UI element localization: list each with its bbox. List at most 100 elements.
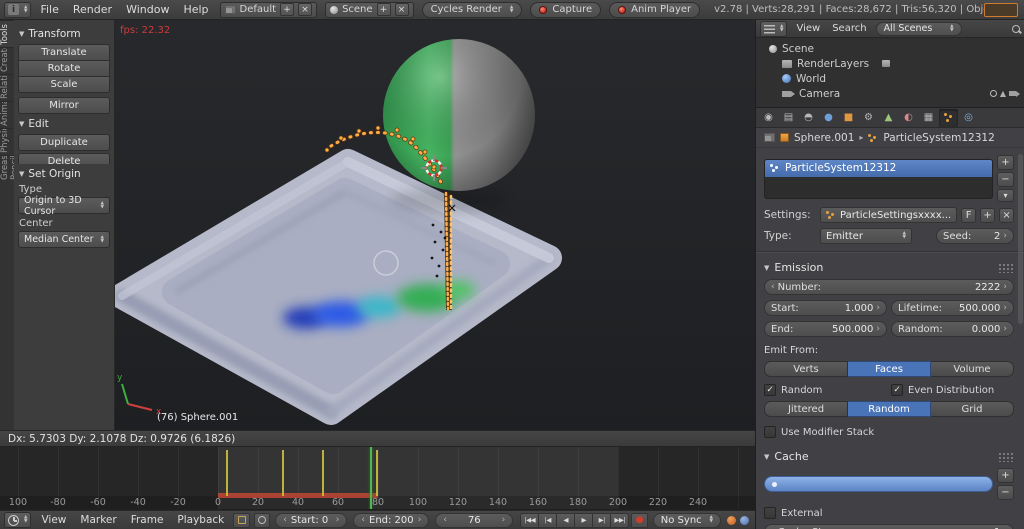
tab-particles[interactable] [939, 108, 958, 127]
outliner-item-camera[interactable]: Camera ▲ [756, 86, 1024, 101]
emit-from-verts[interactable]: Verts [764, 361, 848, 377]
tab-world[interactable]: ● [819, 109, 838, 127]
lifetime-field[interactable]: Lifetime: 500.000 › [891, 300, 1014, 316]
prev-keyframe-button[interactable]: |◀ [538, 512, 558, 528]
breadcrumb-particle-system[interactable]: ParticleSystem12312 [883, 132, 994, 144]
origin-type-select[interactable]: Origin to 3D Cursor ▲ ▼ [18, 195, 110, 217]
origin-center-select[interactable]: Median Center ▲ ▼ [18, 231, 110, 248]
play-button[interactable]: ▶ [574, 512, 594, 528]
panel-header-edit[interactable]: ▼ Edit [19, 118, 110, 130]
outliner-editor-type-button[interactable]: ▲ ▼ [760, 20, 788, 37]
properties-scrollbar[interactable] [1018, 154, 1023, 324]
screen-layout-name[interactable]: Default [240, 4, 277, 15]
emit-from-volume[interactable]: Volume [931, 361, 1014, 377]
tab-texture[interactable]: ▦ [919, 109, 938, 127]
panel-drag-handle[interactable] [998, 262, 1014, 273]
panel-header-cache[interactable]: ▼ Cache [764, 450, 1014, 463]
particle-settings-field[interactable]: ParticleSettingsxxxx... [820, 207, 958, 223]
emit-from-faces[interactable]: Faces [848, 361, 931, 377]
increment-icon[interactable]: › [876, 324, 880, 334]
preview-range-toggle[interactable] [233, 512, 250, 528]
shelf-tab-relations[interactable]: Relations [0, 74, 14, 101]
menu-render[interactable]: Render [66, 3, 119, 16]
increment-icon[interactable]: › [876, 303, 880, 313]
timeline-track[interactable]: 100 -80 -60 -40 -20 0 20 40 60 80 100 12… [0, 447, 755, 510]
panel-drag-handle[interactable] [998, 451, 1014, 462]
time-lock-toggle[interactable] [253, 512, 271, 528]
play-reverse-button[interactable]: ◀ [556, 512, 576, 528]
menu-help[interactable]: Help [176, 3, 215, 16]
unlink-settings-button[interactable]: × [999, 207, 1014, 223]
outliner-scope-select[interactable]: All Scenes ▲ ▼ [875, 21, 962, 36]
delete-scene-button[interactable]: × [394, 3, 409, 16]
frame-end-field[interactable]: ‹ End: 200 › [353, 512, 430, 528]
timeline-menu-view[interactable]: View [35, 514, 72, 526]
particle-system-slot-selected[interactable]: ParticleSystem12312 [765, 159, 992, 177]
increment-icon[interactable]: › [1003, 303, 1007, 313]
timeline-editor-type-button[interactable]: ▲ ▼ [4, 512, 32, 528]
specials-menu-button[interactable]: ▾ [997, 189, 1014, 202]
editor-type-button[interactable]: i ▲ ▼ [4, 1, 32, 18]
duplicate-button[interactable]: Duplicate [18, 134, 110, 151]
emit-end-field[interactable]: End: 500.000 › [764, 321, 887, 337]
decrement-icon[interactable]: ‹ [361, 515, 365, 525]
checkbox-checked[interactable]: ✓ [764, 384, 776, 396]
outliner-menu-view[interactable]: View [791, 23, 825, 34]
auto-keyframe-icon[interactable] [727, 515, 737, 525]
external-checkbox-row[interactable]: External [764, 507, 1014, 519]
menu-window[interactable]: Window [119, 3, 176, 16]
number-field[interactable]: ‹ Number: 2222 › [764, 279, 1014, 295]
rotate-button[interactable]: Rotate [18, 60, 110, 77]
increment-icon[interactable]: › [418, 515, 422, 525]
jump-to-start-button[interactable]: |◀◀ [520, 512, 540, 528]
capture-button[interactable]: Capture [530, 1, 602, 18]
shelf-tab-grease-pencil[interactable]: Grease Pencil [0, 155, 14, 182]
renderable-icon[interactable] [1009, 91, 1020, 97]
mirror-button[interactable]: Mirror [18, 97, 110, 114]
tab-physics[interactable]: ◎ [959, 109, 978, 127]
render-engine-select[interactable]: Cycles Render ▲ ▼ [421, 1, 523, 18]
cache-step-field[interactable]: ‹ Cache Step: 1 › [764, 524, 1014, 529]
next-keyframe-button[interactable]: ▶| [592, 512, 612, 528]
decrement-icon[interactable]: ‹ [283, 515, 287, 525]
fake-user-button[interactable]: F [961, 207, 977, 223]
tab-render-layers[interactable]: ▤ [779, 109, 798, 127]
outliner-item-world[interactable]: World [756, 71, 1024, 86]
tab-modifiers[interactable]: ⚙ [859, 109, 878, 127]
anim-player-button[interactable]: Anim Player [609, 1, 701, 18]
sync-mode-select[interactable]: No Sync ▲ ▼ [652, 512, 722, 528]
record-button[interactable]: ● [631, 512, 648, 528]
decrement-icon[interactable]: ‹ [443, 515, 447, 525]
outliner-item-scene[interactable]: Scene [756, 41, 1024, 56]
increment-icon[interactable]: › [502, 515, 506, 525]
particle-system-list[interactable]: ParticleSystem12312 [764, 158, 993, 199]
increment-icon[interactable]: › [1003, 324, 1007, 334]
random-checkbox-row[interactable]: ✓ Random [764, 384, 887, 396]
new-settings-button[interactable]: + [980, 207, 996, 223]
seed-field[interactable]: Seed: 2 › [936, 228, 1014, 244]
distribution-grid[interactable]: Grid [931, 401, 1014, 417]
current-frame-field[interactable]: ‹ 76 › [435, 512, 514, 528]
checkbox-unchecked[interactable] [764, 426, 776, 438]
remove-particle-system-button[interactable]: − [997, 172, 1014, 187]
delete-layout-button[interactable]: × [298, 3, 313, 16]
increment-icon[interactable]: › [1003, 282, 1007, 292]
visibility-eye-icon[interactable] [989, 90, 997, 97]
sphere-object[interactable] [383, 39, 535, 191]
emit-start-field[interactable]: Start: 1.000 › [764, 300, 887, 316]
panel-header-transform[interactable]: ▼ Transform [19, 28, 110, 40]
tab-object-data[interactable]: ▲ [879, 109, 898, 127]
add-particle-system-button[interactable]: + [997, 155, 1014, 170]
menu-file[interactable]: File [33, 3, 65, 16]
outliner-item-renderlayers[interactable]: RenderLayers [756, 56, 1024, 71]
add-cache-button[interactable]: + [997, 468, 1014, 483]
lifetime-random-field[interactable]: Random: 0.000 › [891, 321, 1014, 337]
shelf-tab-create[interactable]: Create [0, 47, 14, 74]
scene-name[interactable]: Scene [342, 4, 373, 15]
search-icon[interactable] [1012, 24, 1020, 33]
panel-header-set-origin[interactable]: ▼ Set Origin [19, 168, 110, 180]
cache-slot-field[interactable] [764, 476, 993, 492]
timeline-menu-marker[interactable]: Marker [74, 514, 122, 526]
delete-button[interactable]: Delete [18, 153, 110, 164]
tab-material[interactable]: ◐ [899, 109, 918, 127]
